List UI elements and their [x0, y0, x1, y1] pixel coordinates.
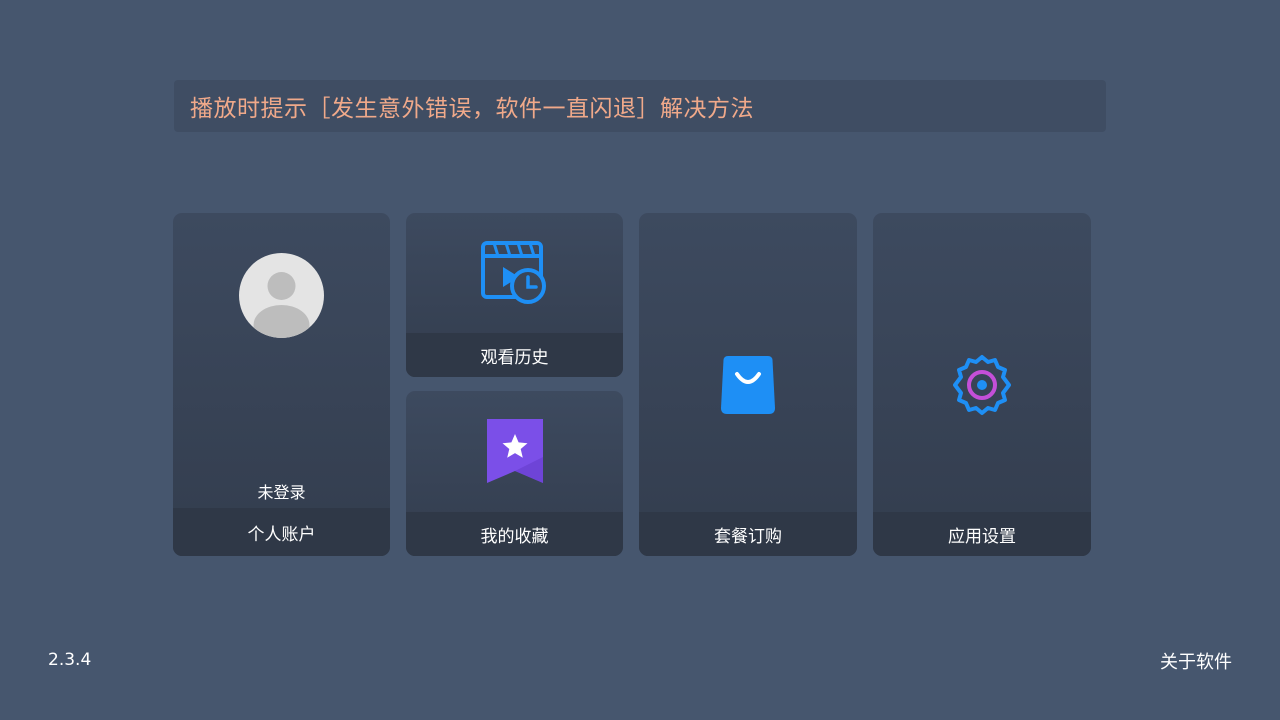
avatar-placeholder-icon: [239, 253, 324, 338]
notice-banner[interactable]: 播放时提示［发生意外错误，软件一直闪退］解决方法: [174, 80, 1106, 132]
video-history-icon: [480, 239, 549, 311]
history-label: 观看历史: [406, 333, 623, 377]
history-card[interactable]: 观看历史: [406, 213, 623, 377]
account-label: 个人账户: [173, 508, 390, 556]
settings-card[interactable]: 应用设置: [873, 213, 1091, 556]
version-text: 2.3.4: [48, 650, 92, 670]
settings-label: 应用设置: [873, 512, 1091, 556]
notice-text: 播放时提示［发生意外错误，软件一直闪退］解决方法: [190, 96, 754, 122]
shopping-bag-icon: [720, 354, 776, 420]
bookmark-star-icon: [484, 417, 546, 489]
about-link[interactable]: 关于软件: [1160, 648, 1232, 674]
subscription-label: 套餐订购: [639, 512, 857, 556]
favorites-card[interactable]: 我的收藏: [406, 391, 623, 556]
gear-icon: [951, 354, 1013, 420]
favorites-label: 我的收藏: [406, 512, 623, 556]
login-status: 未登录: [257, 483, 306, 502]
account-card[interactable]: 未登录 个人账户: [173, 213, 390, 556]
subscription-card[interactable]: 套餐订购: [639, 213, 857, 556]
